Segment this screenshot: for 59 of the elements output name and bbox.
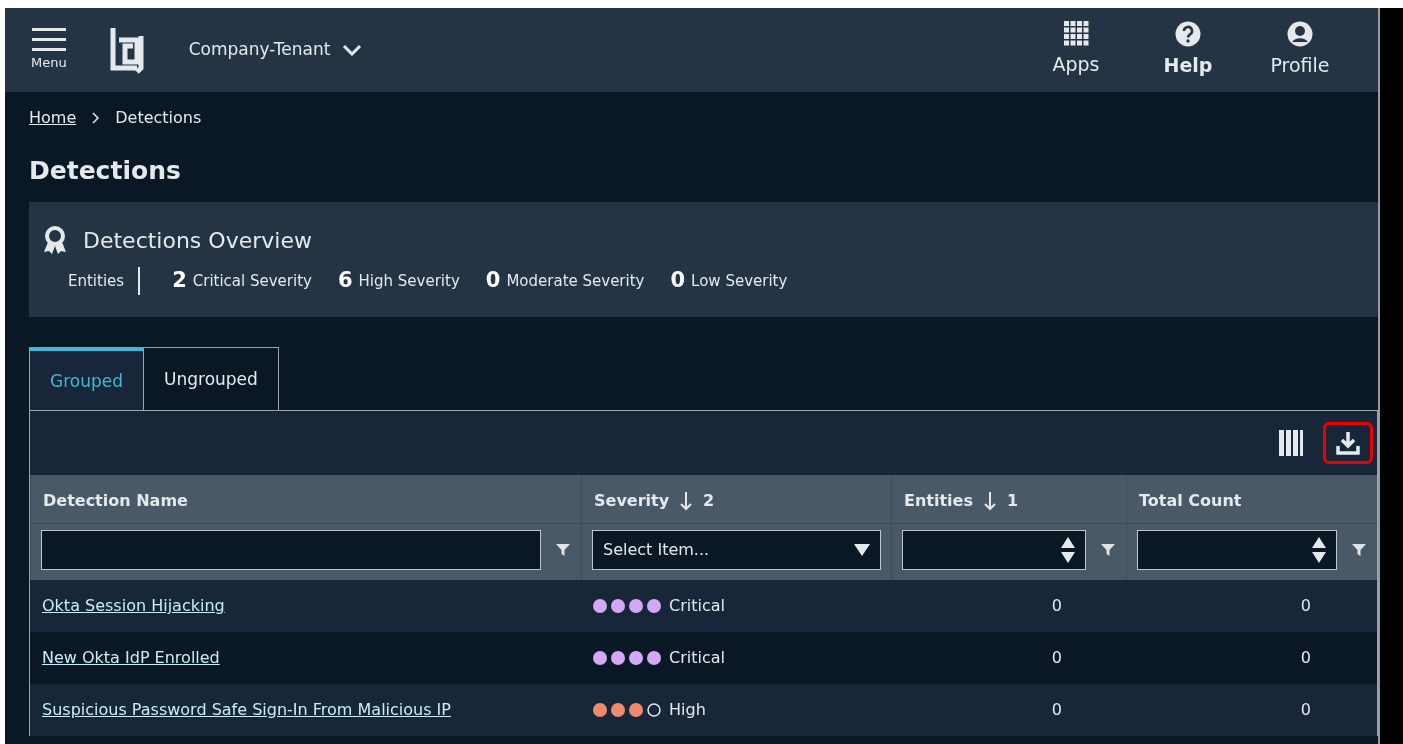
table-cell-text: 0 (1300, 595, 1311, 617)
user-icon (1287, 20, 1313, 47)
table-cell-text: 0 (1051, 595, 1062, 617)
count-label: Moderate Severity (506, 270, 645, 292)
filter-icon[interactable] (1351, 542, 1367, 558)
count-value: 2 (172, 267, 187, 294)
sort-order: 1 (1006, 490, 1019, 512)
detection-link[interactable]: Okta Session Hijacking (42, 594, 225, 618)
severity-label: Critical (669, 647, 725, 669)
grid-icon (1063, 21, 1089, 47)
table-cell-text: 0 (1051, 699, 1062, 721)
profile-button[interactable]: Profile (1244, 19, 1356, 81)
award-icon (43, 225, 67, 256)
table-cell-text: 0 (1051, 647, 1062, 669)
overview-title: Detections Overview (83, 227, 312, 255)
detection-link[interactable]: New Okta IdP Enrolled (42, 646, 220, 670)
chevron-right-icon (92, 112, 100, 124)
column-header[interactable]: Entities (904, 489, 973, 513)
spinner-icon (1312, 536, 1326, 564)
number-field[interactable] (1137, 530, 1337, 570)
filter-icon[interactable] (1100, 542, 1116, 558)
count-value: 0 (485, 267, 501, 294)
help-icon (1175, 20, 1201, 47)
sort-down-icon (679, 491, 694, 511)
tab[interactable]: Ungrouped (144, 346, 279, 410)
help-button[interactable]: Help (1132, 19, 1244, 81)
tab[interactable]: Grouped (29, 346, 144, 410)
column-header[interactable]: Severity (594, 489, 670, 513)
breadcrumb-current: Detections (115, 107, 202, 129)
columns-icon (1279, 430, 1303, 456)
breadcrumb-link[interactable]: Home (29, 106, 77, 130)
entities-label: Entities (68, 270, 125, 292)
download-button[interactable] (1323, 422, 1373, 464)
spinner-icon (1061, 536, 1075, 564)
detection-link[interactable]: Suspicious Password Safe Sign-In From Malicious IP (42, 698, 451, 722)
count-label: Low Severity (691, 270, 788, 292)
severity-label: Critical (669, 595, 725, 617)
count-label: High Severity (358, 270, 460, 292)
filter-icon[interactable] (555, 542, 571, 558)
menu-icon (31, 27, 66, 54)
severity-label: High (669, 699, 706, 721)
menu-button[interactable]: Menu (27, 27, 71, 73)
download-icon (1336, 431, 1360, 455)
caret-down-icon (854, 544, 870, 556)
sort-order: 2 (703, 490, 715, 512)
column-header[interactable]: Detection Name (43, 489, 188, 513)
apps-button[interactable]: Apps (1020, 20, 1132, 80)
page-title: Detections (28, 155, 182, 187)
chevron-down-icon (342, 44, 363, 56)
text-filter-field[interactable] (41, 530, 541, 570)
count-value: 0 (670, 267, 686, 294)
count-value: 6 (337, 267, 353, 294)
sort-down-icon (982, 491, 997, 511)
table-cell-text: 0 (1300, 699, 1311, 721)
select-field[interactable]: Select Item... (592, 530, 881, 570)
count-label: Critical Severity (192, 270, 312, 292)
number-field[interactable] (902, 530, 1086, 570)
table-cell-text: 0 (1300, 647, 1311, 669)
tenant-dropdown[interactable]: Company-Tenant (182, 36, 369, 64)
